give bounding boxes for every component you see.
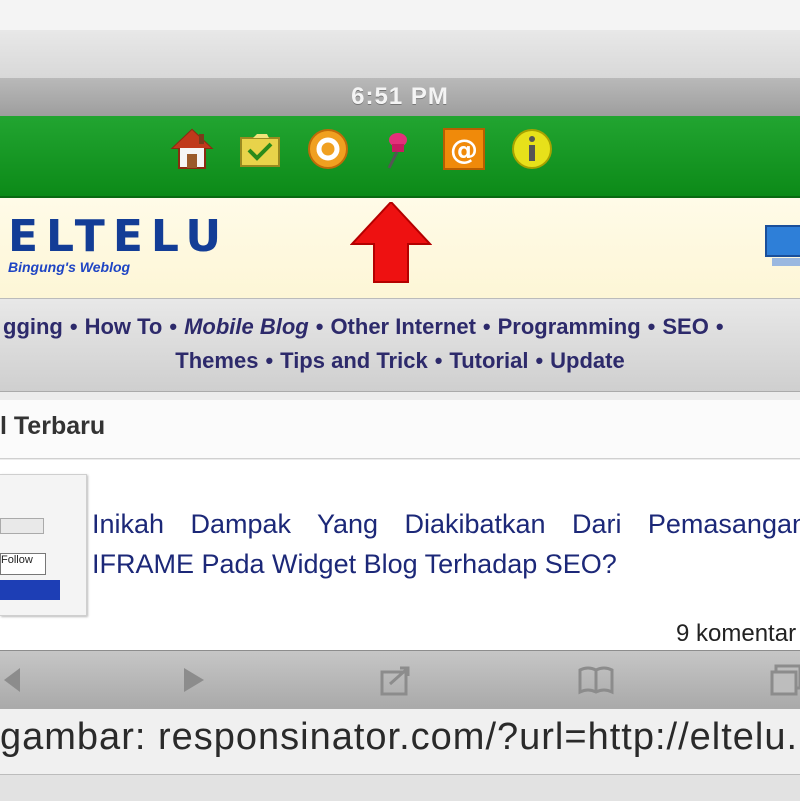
site-logo[interactable]: ELTELU bbox=[8, 211, 229, 262]
nav-separator: • bbox=[265, 348, 274, 373]
nav-separator: • bbox=[535, 348, 544, 373]
nav-separator: • bbox=[482, 314, 491, 339]
forward-icon[interactable] bbox=[174, 662, 210, 698]
nav-item-tutorial[interactable]: Tutorial bbox=[446, 348, 531, 374]
nav-item-other-internet[interactable]: Other Internet bbox=[327, 314, 478, 340]
monitor-icon bbox=[765, 225, 800, 266]
section-title: l Terbaru bbox=[0, 412, 106, 440]
status-bar: 6:51 PM bbox=[0, 78, 800, 116]
thumbnail-detail bbox=[0, 518, 44, 534]
pin-icon[interactable] bbox=[372, 124, 420, 174]
nav-row-1: gging • How To • Mobile Blog • Other Intern… bbox=[0, 314, 800, 340]
nav-item-themes[interactable]: Themes bbox=[172, 348, 261, 374]
help-icon[interactable] bbox=[304, 124, 352, 174]
folder-icon[interactable] bbox=[236, 124, 284, 174]
bookmarks-icon[interactable] bbox=[578, 662, 614, 698]
share-icon[interactable] bbox=[378, 662, 414, 698]
nav-separator: • bbox=[715, 314, 724, 339]
frame-bottom bbox=[0, 774, 800, 801]
home-icon[interactable] bbox=[168, 124, 216, 174]
tabs-icon[interactable] bbox=[770, 662, 800, 698]
info-icon[interactable] bbox=[508, 124, 556, 174]
nav-item-tips-and-trick[interactable]: Tips and Trick bbox=[277, 348, 431, 374]
browser-chrome-top bbox=[0, 30, 800, 78]
post-title-line-2[interactable]: IFRAME Pada Widget Blog Terhadap SEO? bbox=[92, 544, 617, 584]
frame-top bbox=[0, 0, 800, 31]
nav-separator: • bbox=[169, 314, 178, 339]
nav-separator: • bbox=[647, 314, 656, 339]
status-time: 6:51 PM bbox=[351, 83, 449, 110]
nav-item-blogging[interactable]: gging bbox=[0, 314, 66, 340]
back-icon[interactable] bbox=[0, 662, 36, 698]
image-caption: gambar: responsinator.com/?url=http://el… bbox=[0, 716, 800, 758]
nav-item-seo[interactable]: SEO bbox=[659, 314, 711, 340]
nav-item-programming[interactable]: Programming bbox=[495, 314, 644, 340]
nav-item-how-to[interactable]: How To bbox=[82, 314, 166, 340]
email-icon[interactable]: @ bbox=[440, 124, 488, 174]
svg-text:@: @ bbox=[450, 133, 478, 166]
post-title-line-1[interactable]: Inikah Dampak Yang Diakibatkan Dari Pema… bbox=[92, 504, 800, 544]
nav-item-update[interactable]: Update bbox=[547, 348, 628, 374]
green-toolbar-icons: @ bbox=[168, 124, 556, 174]
nav-item-mobile-blog[interactable]: Mobile Blog bbox=[181, 314, 312, 340]
thumbnail-highlight bbox=[0, 580, 60, 600]
site-subtitle: Bingung's Weblog bbox=[8, 259, 131, 275]
post-comment-count[interactable]: 9 komentar bbox=[676, 620, 796, 648]
category-nav bbox=[0, 298, 800, 392]
red-arrow-icon bbox=[350, 202, 432, 283]
nav-row-2: Themes • Tips and Trick • Tutorial • Update bbox=[0, 348, 800, 374]
thumbnail-follow-button: Follow bbox=[0, 553, 46, 575]
nav-separator: • bbox=[69, 314, 78, 339]
nav-separator: • bbox=[315, 314, 324, 339]
nav-separator: • bbox=[434, 348, 443, 373]
section-header bbox=[0, 400, 800, 459]
